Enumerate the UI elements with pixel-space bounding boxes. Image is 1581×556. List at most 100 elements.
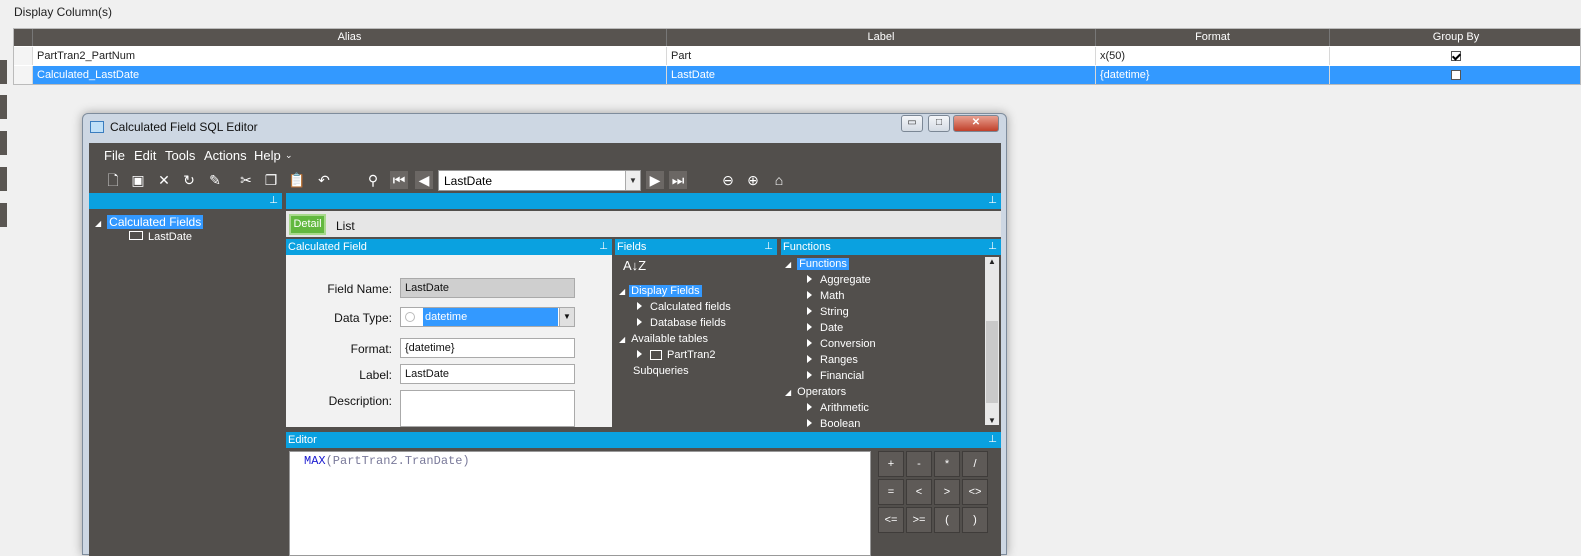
side-handle[interactable] <box>0 203 7 227</box>
fn-string[interactable]: String <box>807 306 849 318</box>
record-selector[interactable]: LastDate ▼ <box>438 170 641 191</box>
label-cell[interactable]: Part <box>667 47 1096 65</box>
fn-financial[interactable]: Financial <box>807 370 864 382</box>
clear-icon[interactable]: ✎ <box>206 171 224 189</box>
pin-icon[interactable]: ⊥ <box>269 193 278 209</box>
side-handle[interactable] <box>0 95 7 119</box>
column-header-label[interactable]: Label <box>667 29 1096 46</box>
column-header-group-by[interactable]: Group By <box>1330 29 1581 46</box>
pin-icon[interactable]: ⊥ <box>764 239 773 255</box>
op-button-multiply[interactable]: * <box>934 451 960 477</box>
expand-icon[interactable] <box>807 275 812 283</box>
collapse-icon[interactable]: ◢ <box>95 219 101 228</box>
format-cell[interactable]: {datetime} <box>1096 66 1330 84</box>
label-cell[interactable]: LastDate <box>667 66 1096 84</box>
tab-detail[interactable]: Detail <box>289 214 326 235</box>
fn-conversion[interactable]: Conversion <box>807 338 876 350</box>
op-button-plus[interactable]: + <box>878 451 904 477</box>
menu-actions[interactable]: Actions <box>204 148 247 163</box>
op-button-divide[interactable]: / <box>962 451 988 477</box>
pin-icon[interactable]: ⊥ <box>988 239 997 255</box>
close-button[interactable]: ✕ <box>953 115 999 132</box>
expand-icon[interactable] <box>637 318 642 326</box>
expand-icon[interactable] <box>637 350 642 358</box>
expand-icon[interactable] <box>807 307 812 315</box>
home-icon[interactable]: ⌂ <box>770 171 788 189</box>
expand-icon[interactable] <box>807 323 812 331</box>
sql-editor[interactable]: MAX(PartTran2.TranDate) <box>289 451 871 556</box>
table-row[interactable]: PartTran2_PartNum Part x(50) <box>14 47 1580 65</box>
new-icon[interactable]: 🗋 <box>104 171 122 189</box>
tree-node-display-fields[interactable]: ◢ Display Fields <box>619 285 702 297</box>
maximize-button[interactable]: □ <box>928 115 950 132</box>
tree-node-lastdate[interactable]: LastDate <box>129 231 192 243</box>
menu-overflow-icon[interactable]: ⌄ <box>285 150 293 161</box>
collapse-icon[interactable]: ◢ <box>619 287 625 296</box>
pin-icon[interactable]: ⊥ <box>988 432 997 448</box>
expand-icon[interactable] <box>807 339 812 347</box>
next-record-icon[interactable]: ▶ <box>646 171 664 189</box>
menu-file[interactable]: File <box>104 148 125 163</box>
op-button-equals[interactable]: = <box>878 479 904 505</box>
expand-icon[interactable] <box>637 302 642 310</box>
row-selector[interactable] <box>14 47 33 65</box>
tree-node-operators[interactable]: ◢ Operators <box>785 386 846 398</box>
tree-node-parttran2[interactable]: PartTran2 <box>637 349 716 361</box>
first-record-icon[interactable]: ⏮ <box>390 171 408 189</box>
expand-icon[interactable] <box>807 291 812 299</box>
save-icon[interactable]: ▣ <box>129 171 147 189</box>
side-handle[interactable] <box>0 167 7 191</box>
tree-node-functions[interactable]: ◢ Functions <box>785 258 849 270</box>
menu-help[interactable]: Help <box>254 148 281 163</box>
back-icon[interactable]: ⊖ <box>719 171 737 189</box>
sort-az-icon[interactable]: A↓Z <box>623 258 646 273</box>
pin-icon[interactable]: ⊥ <box>599 239 608 255</box>
tree-node-root[interactable]: ◢ Calculated Fields <box>95 215 204 229</box>
search-icon[interactable]: ⚲ <box>364 171 382 189</box>
fn-math[interactable]: Math <box>807 290 844 302</box>
scroll-up-icon[interactable]: ▲ <box>988 257 996 266</box>
collapse-icon[interactable]: ◢ <box>619 335 625 344</box>
fn-ranges[interactable]: Ranges <box>807 354 858 366</box>
menu-tools[interactable]: Tools <box>165 148 195 163</box>
expand-icon[interactable] <box>807 419 812 427</box>
collapse-icon[interactable]: ◢ <box>785 388 791 397</box>
field-name-input[interactable]: LastDate <box>400 278 575 298</box>
tab-list[interactable]: List <box>336 219 355 233</box>
op-arithmetic[interactable]: Arithmetic <box>807 402 869 414</box>
undo-icon[interactable]: ↶ <box>315 171 333 189</box>
op-button-close-paren[interactable]: ) <box>962 507 988 533</box>
cut-icon[interactable]: ✂ <box>237 171 255 189</box>
chevron-down-icon[interactable]: ▼ <box>625 171 640 190</box>
forward-icon[interactable]: ⊕ <box>744 171 762 189</box>
fn-aggregate[interactable]: Aggregate <box>807 274 871 286</box>
op-button-minus[interactable]: - <box>906 451 932 477</box>
paste-icon[interactable]: 📋 <box>288 171 306 189</box>
scroll-down-icon[interactable]: ▼ <box>988 416 996 425</box>
tree-node-available-tables[interactable]: ◢ Available tables <box>619 333 708 345</box>
op-boolean[interactable]: Boolean <box>807 418 860 427</box>
collapse-icon[interactable]: ◢ <box>785 260 791 269</box>
expand-icon[interactable] <box>807 355 812 363</box>
pin-icon[interactable]: ⊥ <box>988 193 997 209</box>
side-handle[interactable] <box>0 131 7 155</box>
tree-node-database-fields[interactable]: Database fields <box>637 317 726 329</box>
copy-icon[interactable]: ❐ <box>262 171 280 189</box>
op-button-less-equal[interactable]: <= <box>878 507 904 533</box>
last-record-icon[interactable]: ⏭ <box>669 171 687 189</box>
tree-node-subqueries[interactable]: Subqueries <box>633 365 689 377</box>
op-button-open-paren[interactable]: ( <box>934 507 960 533</box>
prev-record-icon[interactable]: ◀ <box>415 171 433 189</box>
description-input[interactable] <box>400 390 575 427</box>
functions-scrollbar[interactable]: ▲ ▼ <box>985 257 999 425</box>
menu-edit[interactable]: Edit <box>134 148 156 163</box>
column-header-format[interactable]: Format <box>1096 29 1330 46</box>
row-selector[interactable] <box>14 66 33 84</box>
column-header-alias[interactable]: Alias <box>33 29 667 46</box>
format-cell[interactable]: x(50) <box>1096 47 1330 65</box>
side-handle[interactable] <box>0 60 7 84</box>
op-button-greater[interactable]: > <box>934 479 960 505</box>
fn-date[interactable]: Date <box>807 322 843 334</box>
alias-cell[interactable]: PartTran2_PartNum <box>33 47 667 65</box>
group-by-checkbox[interactable] <box>1450 51 1461 62</box>
